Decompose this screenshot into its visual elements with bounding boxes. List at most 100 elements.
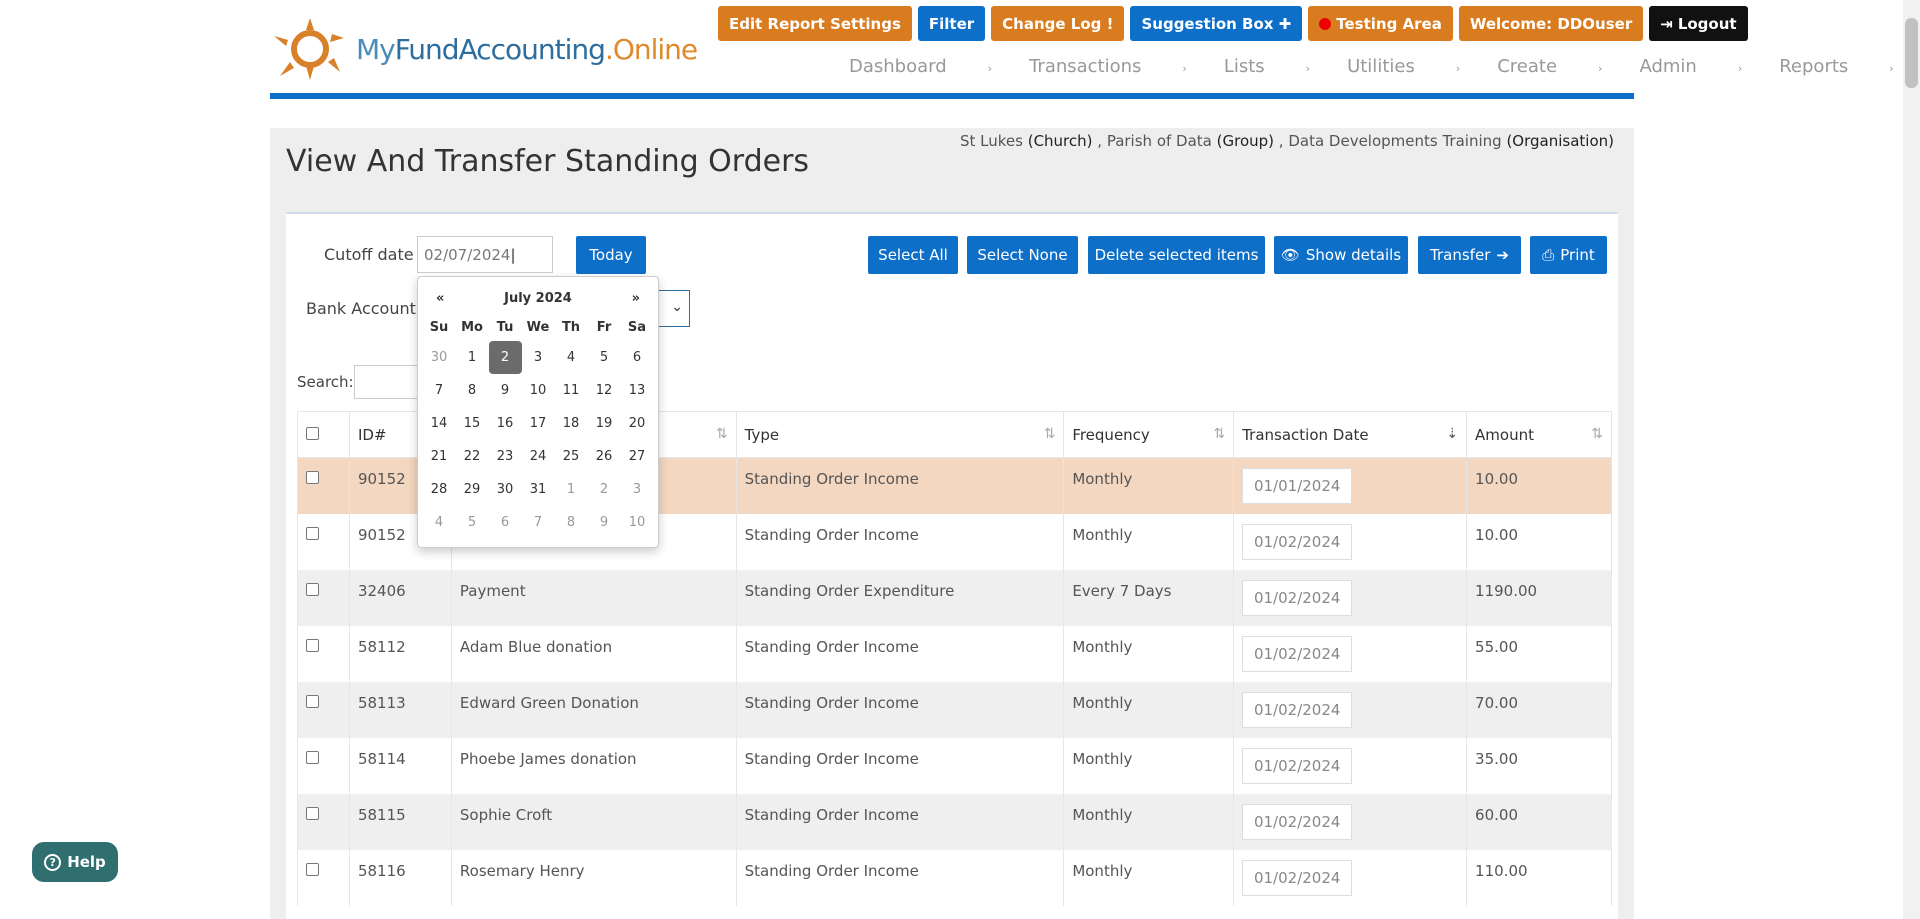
datepicker-day[interactable]: 5 (456, 506, 489, 539)
prev-month-button[interactable]: « (436, 291, 444, 306)
button-label: Show details (1305, 246, 1402, 264)
datepicker-day[interactable]: 9 (489, 374, 522, 407)
table-row[interactable]: 58114 Phoebe James donation Standing Order… (297, 737, 1612, 794)
select-all-checkbox[interactable] (306, 426, 319, 440)
nav-utilities[interactable]: Utilities › (1347, 56, 1460, 77)
transaction-date-input[interactable]: 01/02/2024 (1242, 635, 1353, 672)
datepicker-day[interactable]: 28 (423, 473, 456, 506)
nav-lists[interactable]: Lists › (1224, 56, 1310, 77)
print-button[interactable]: ⎙ Print (1530, 236, 1607, 274)
col-transaction-date[interactable]: Transaction Date ⇣ (1233, 411, 1468, 458)
transfer-button[interactable]: Transfer ➔ (1418, 236, 1521, 274)
transaction-date-input[interactable]: 01/02/2024 (1242, 691, 1353, 728)
datepicker-day[interactable]: 20 (621, 407, 654, 440)
cutoff-date-input[interactable]: 02/07/2024 | (417, 236, 553, 273)
datepicker-day[interactable]: 8 (456, 374, 489, 407)
welcome-user-button[interactable]: Welcome: DDOuser (1458, 6, 1644, 41)
next-month-button[interactable]: » (632, 291, 640, 306)
nav-create[interactable]: Create › (1497, 56, 1602, 77)
datepicker-day[interactable]: 11 (555, 374, 588, 407)
datepicker-day[interactable]: 3 (522, 341, 555, 374)
datepicker-day[interactable]: 30 (489, 473, 522, 506)
nav-dashboard[interactable]: Dashboard › (849, 56, 992, 77)
nav-transactions[interactable]: Transactions › (1029, 56, 1187, 77)
scrollbar-thumb[interactable] (1905, 18, 1918, 88)
transaction-date-input[interactable]: 01/02/2024 (1242, 579, 1353, 616)
datepicker-day[interactable]: 6 (621, 341, 654, 374)
table-row[interactable]: 58113 Edward Green Donation Standing Order… (297, 681, 1612, 738)
datepicker-day[interactable]: 4 (555, 341, 588, 374)
datepicker-day[interactable]: 18 (555, 407, 588, 440)
datepicker-day[interactable]: 13 (621, 374, 654, 407)
datepicker-day[interactable]: 19 (588, 407, 621, 440)
nav-reports[interactable]: Reports › (1779, 56, 1893, 77)
datepicker-day[interactable]: 6 (489, 506, 522, 539)
row-checkbox[interactable] (306, 471, 319, 484)
datepicker-day[interactable]: 17 (522, 407, 555, 440)
today-button[interactable]: Today (576, 236, 646, 274)
datepicker-day[interactable]: 8 (555, 506, 588, 539)
help-button[interactable]: ? Help (32, 842, 118, 882)
row-checkbox[interactable] (306, 806, 319, 820)
change-log-button[interactable]: Change Log ! (991, 6, 1125, 41)
nav-admin[interactable]: Admin › (1639, 56, 1742, 77)
row-checkbox[interactable] (306, 750, 319, 764)
datepicker-day[interactable]: 29 (456, 473, 489, 506)
datepicker-day[interactable]: 5 (588, 341, 621, 374)
transaction-date-input[interactable]: 01/02/2024 (1242, 803, 1353, 840)
datepicker-day[interactable]: 26 (588, 440, 621, 473)
datepicker-day[interactable]: 23 (489, 440, 522, 473)
datepicker-day[interactable]: 2 (588, 473, 621, 506)
show-details-button[interactable]: 👁 Show details (1274, 236, 1408, 274)
datepicker-day[interactable]: 30 (423, 341, 456, 374)
datepicker-day[interactable]: 10 (522, 374, 555, 407)
col-frequency[interactable]: Frequency ⇅ (1063, 411, 1235, 458)
row-checkbox[interactable] (306, 694, 319, 708)
datepicker-day[interactable]: 7 (423, 374, 456, 407)
row-checkbox[interactable] (306, 582, 319, 596)
datepicker-day[interactable]: 14 (423, 407, 456, 440)
datepicker-day[interactable]: 4 (423, 506, 456, 539)
datepicker-day[interactable]: 16 (489, 407, 522, 440)
church-type: (Church) (1027, 132, 1093, 150)
transaction-date-input[interactable]: 01/02/2024 (1242, 747, 1353, 784)
select-all-button[interactable]: Select All (868, 236, 958, 274)
edit-report-settings-button[interactable]: Edit Report Settings (718, 6, 912, 41)
row-checkbox[interactable] (306, 526, 319, 540)
transaction-date-input[interactable]: 01/01/2024 (1242, 468, 1353, 504)
datepicker-day[interactable]: 1 (456, 341, 489, 374)
datepicker-day[interactable]: 10 (621, 506, 654, 539)
col-amount[interactable]: Amount ⇅ (1466, 411, 1612, 458)
delete-selected-button[interactable]: Delete selected items (1088, 236, 1265, 274)
datepicker-day[interactable]: 24 (522, 440, 555, 473)
datepicker-day[interactable]: 22 (456, 440, 489, 473)
filter-button[interactable]: Filter (917, 6, 986, 41)
page-scrollbar[interactable] (1903, 0, 1920, 919)
transaction-date-input[interactable]: 01/02/2024 (1242, 859, 1353, 896)
datepicker-day[interactable]: 12 (588, 374, 621, 407)
table-row[interactable]: 32406 Payment Standing Order Expenditure Ev… (297, 569, 1612, 626)
col-type[interactable]: Type ⇅ (735, 411, 1065, 458)
datepicker-day[interactable]: 25 (555, 440, 588, 473)
testing-area-button[interactable]: Testing Area (1308, 6, 1453, 41)
row-checkbox[interactable] (306, 862, 319, 876)
select-none-button[interactable]: Select None (967, 236, 1078, 274)
datepicker-day[interactable]: 9 (588, 506, 621, 539)
suggestion-box-button[interactable]: Suggestion Box ✚ (1130, 6, 1303, 41)
datepicker-day[interactable]: 7 (522, 506, 555, 539)
datepicker-day[interactable]: 15 (456, 407, 489, 440)
table-row[interactable]: 58112 Adam Blue donation Standing Order In… (297, 625, 1612, 682)
row-checkbox[interactable] (306, 638, 319, 652)
datepicker-day[interactable]: 3 (621, 473, 654, 506)
datepicker-day[interactable]: 31 (522, 473, 555, 506)
table-row[interactable]: 58116 Rosemary Henry Standing Order Income… (297, 849, 1612, 906)
datepicker-month-title[interactable]: July 2024 (504, 291, 572, 306)
table-row[interactable]: 58115 Sophie Croft Standing Order Income Mo… (297, 793, 1612, 850)
logout-button[interactable]: ⇥ Logout (1649, 6, 1748, 41)
site-logo[interactable]: MyFundAccounting.Online (270, 16, 710, 82)
datepicker-day[interactable]: 27 (621, 440, 654, 473)
datepicker-day[interactable]: 1 (555, 473, 588, 506)
transaction-date-input[interactable]: 01/02/2024 (1242, 523, 1353, 560)
datepicker-day-selected[interactable]: 2 (488, 341, 522, 374)
datepicker-day[interactable]: 21 (423, 440, 456, 473)
